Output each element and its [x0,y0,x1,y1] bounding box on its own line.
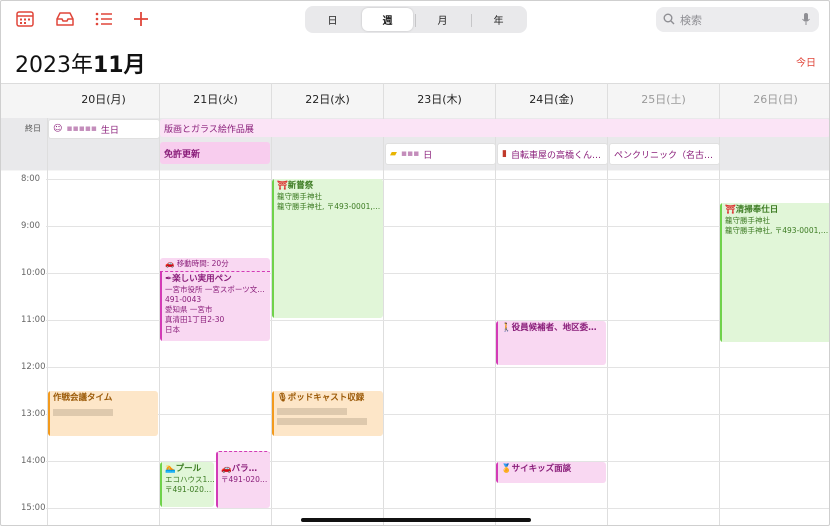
event-title: 楽しい実用ペン [172,274,232,284]
day-header-21[interactable]: 21日(火) [160,91,271,107]
allday-event-23[interactable]: ▰ ▪▪▪ 日 [385,143,496,165]
title-year: 2023年 [15,53,93,78]
hour-label: 10:00 [21,268,46,278]
hour-label: 13:00 [21,409,46,419]
event-title: 移動時間: 20分 [176,259,229,268]
segment-day[interactable]: 日 [307,8,358,31]
event-title: プール [175,464,202,474]
view-segmented-control: 日 週 月 年 [305,6,527,33]
allday-event-title: 自転車屋の高橋くん… [510,150,601,161]
day-header-26[interactable]: 26日(日) [720,91,829,107]
allday-event-title: 免許更新 [164,149,201,160]
event-detail: 籠守勝手神社, 〒493-0001,… [725,226,829,235]
day-header-23[interactable]: 23日(木) [384,91,495,107]
event-title: 新嘗祭 [287,181,314,191]
event-pen[interactable]: ✒楽しい実用ペン 一宮市役所 一宮スポーツ文… 491-0043 愛知県 一宮市… [160,272,270,341]
search-icon [663,13,675,25]
allday-event-exhibition[interactable]: 版画とガラス絵作品展 [160,119,829,137]
event-detail: 〒491-020… [165,485,212,494]
microphone-icon: 🎙 [277,393,288,403]
event-pool[interactable]: 🏊プール エコハウス1… 〒491-020… [160,462,214,507]
event-saikids[interactable]: 🏅サイキッズ面談 [496,462,606,483]
event-detail: 491-0043 [165,295,202,304]
car-icon: 🚗 [221,464,232,474]
event-title: 役員候補者、地区委… [511,323,597,333]
walking-icon: 🚶 [501,323,512,333]
car-icon: 🚗 [165,259,175,268]
book-icon: ▮ [502,149,507,159]
torii-icon: ⛩ [277,181,288,191]
list-icon[interactable] [94,10,114,28]
event-bara[interactable]: 🚗バラ… 〒491-020… [216,451,270,508]
allday-event-title: 生日 [100,125,119,136]
folder-icon: ▰ [390,149,397,159]
event-yakuin[interactable]: 🚶役員候補者、地区委… [496,321,606,365]
allday-event-license[interactable]: 免許更新 [160,142,270,164]
event-detail: エコハウス1… [165,475,214,484]
swim-icon: 🏊 [165,464,176,474]
flag-icon: 🏅 [501,464,512,474]
event-title: サイキッズ面談 [511,464,572,474]
allday-event-title: 日 [423,150,433,161]
allday-event-title: 版画とガラス絵作品展 [164,124,254,135]
inbox-icon[interactable] [55,10,75,28]
title-month: 11月 [93,53,146,78]
day-header-22[interactable]: 22日(水) [272,91,383,107]
event-detail: 愛知県 一宮市 [165,305,213,314]
event-title: 作戦会議タイム [53,393,113,403]
event-detail: 真清田1丁目2-30 [165,315,225,324]
segment-month[interactable]: 月 [417,8,468,31]
hour-label: 9:00 [21,221,41,231]
birthday-icon: ☺ [53,124,63,134]
hour-label: 15:00 [21,503,46,513]
segment-year[interactable]: 年 [473,8,524,31]
event-sakusen[interactable]: 作戦会議タイム [48,391,158,436]
event-title: バラ… [231,464,258,474]
event-detail: 日本 [165,325,180,334]
allday-event-title: ペンクリニック（名古… [614,150,714,161]
calendar-window: 日 週 月 年 検索 2023年11月 今日 20日(月) 21日(火) 22日… [0,0,830,526]
event-podcast[interactable]: 🎙ポッドキャスト収録 [272,391,383,436]
event-shinjosai[interactable]: ⛩新嘗祭 籠守勝手神社 籠守勝手神社, 〒493-0001,… [272,179,383,318]
day-header-24[interactable]: 24日(金) [496,91,607,107]
calendar-icon[interactable] [15,10,35,28]
search-field[interactable]: 検索 [656,7,819,32]
torii-icon: ⛩ [725,205,736,215]
day-header-20[interactable]: 20日(月) [48,91,159,107]
allday-event-bicycle[interactable]: ▮ 自転車屋の高橋くん… [497,143,608,165]
hour-label: 11:00 [21,315,46,325]
event-detail: 籠守勝手神社 [277,192,322,201]
today-button[interactable]: 今日 [796,54,816,69]
hour-label: 8:00 [21,174,41,184]
event-detail: 籠守勝手神社 [725,216,770,225]
hour-label: 14:00 [21,456,46,466]
event-seisou[interactable]: ⛩清掃奉仕日 籠守勝手神社 籠守勝手神社, 〒493-0001,… [720,203,829,342]
allday-event-penclinic[interactable]: ペンクリニック（名古… [609,143,720,165]
event-detail: 〒491-020… [221,475,268,484]
home-indicator[interactable] [301,518,531,522]
page-title: 2023年11月 [15,47,146,79]
allday-label: 終日 [25,124,41,133]
allday-event-birthday[interactable]: ☺ ▪▪▪▪▪ 生日 [48,119,160,139]
event-title: 清掃奉仕日 [735,205,779,215]
add-icon[interactable] [131,10,151,28]
event-detail: 籠守勝手神社, 〒493-0001,… [277,202,381,211]
segment-week[interactable]: 週 [362,8,413,31]
microphone-icon[interactable] [801,12,811,26]
event-detail: 一宮市役所 一宮スポーツ文… [165,285,265,294]
day-header-25[interactable]: 25日(土) [608,91,719,107]
event-title: ポッドキャスト収録 [287,393,365,403]
search-placeholder: 検索 [680,14,702,27]
hour-label: 12:00 [21,362,46,372]
event-travel-time[interactable]: 🚗 移動時間: 20分 [160,258,270,272]
